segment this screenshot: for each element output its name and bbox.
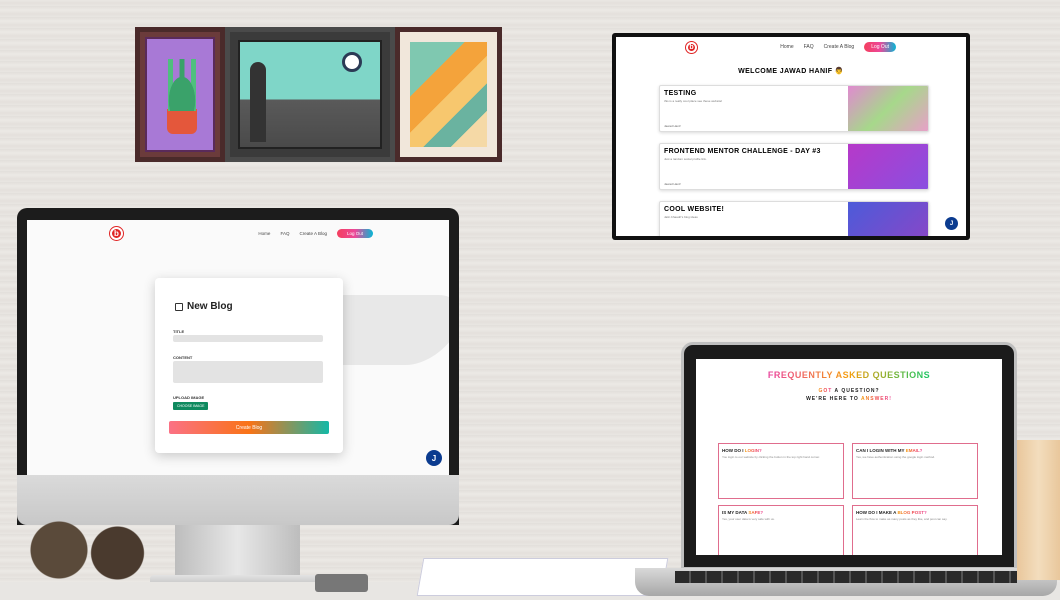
upload-label: UPLOAD IMAGE (173, 395, 205, 400)
blog-author: Jawad Hanif (664, 124, 681, 128)
welcome-heading: WELCOME JAWAD HANIF 👨 (738, 68, 844, 75)
open-notebook (416, 558, 669, 596)
faq-card[interactable]: HOW DO I LOGIN? You login to our website… (718, 443, 844, 499)
blog-image (848, 144, 928, 189)
blog-image (848, 86, 928, 131)
smartphone (315, 574, 368, 592)
faq-answer: You login to our website by clicking the… (722, 455, 820, 459)
note-icon (175, 302, 183, 311)
starry-night-painting (225, 27, 395, 162)
new-blog-form: New Blog TITLE CONTENT UPLOAD IMAGE CHOO… (155, 278, 343, 453)
user-avatar[interactable]: J (426, 450, 442, 466)
nav-faq[interactable]: FAQ (804, 44, 814, 50)
faq-card[interactable]: HOW DO I MAKE A BLOG POST? Learn the flo… (852, 505, 978, 555)
faq-screen: FREQUENTLY ASKED QUESTIONS GOT A QUESTIO… (696, 359, 1002, 555)
monitor-stand (175, 525, 300, 580)
user-avatar[interactable]: J (945, 217, 958, 230)
abstract-painting (395, 27, 502, 162)
succulent-painting (135, 27, 225, 162)
content-label: CONTENT (173, 355, 193, 360)
nav-faq[interactable]: FAQ (280, 231, 289, 236)
blog-image (848, 202, 928, 236)
pinecone-decor (20, 520, 150, 580)
create-blog-button[interactable]: Create Blog (169, 421, 329, 434)
logout-button[interactable]: Log Out (864, 42, 896, 52)
faq-card[interactable]: IS MY DATA SAFE? Yes, your user data is … (718, 505, 844, 555)
nav-home[interactable]: Home (258, 231, 270, 236)
faq-card[interactable]: CAN I LOGIN WITH MY EMAIL? Yes, we have … (852, 443, 978, 499)
faq-answer: Yes, your user data is very safe with us… (722, 517, 775, 521)
content-textarea[interactable] (173, 361, 323, 383)
brand-logo[interactable]: b (686, 41, 697, 53)
form-title: New Blog (187, 301, 233, 312)
faq-title: FREQUENTLY ASKED QUESTIONS (696, 370, 1002, 380)
nav-create-blog[interactable]: Create A Blog (824, 44, 855, 50)
faq-subtitle: GOT A QUESTION? WE'RE HERE TO ANSWER! (806, 388, 892, 402)
brand-logo[interactable]: b (110, 227, 123, 240)
form-header: New Blog (175, 301, 233, 312)
monitor-chin (17, 475, 459, 525)
new-blog-screen: b Home FAQ Create A Blog Log Out New Blo… (27, 220, 449, 475)
choose-image-button[interactable]: CHOOSE IMAGE (173, 402, 209, 410)
wall-monitor: b Home FAQ Create A Blog Log Out WELCOME… (612, 33, 970, 240)
faq-answer: Learn the flow to make as many posts as … (856, 517, 948, 521)
blog-feed-screen: b Home FAQ Create A Blog Log Out WELCOME… (616, 37, 966, 236)
logout-button[interactable]: Log Out (336, 229, 373, 238)
faq-answer: Yes, we have authentication using the go… (856, 455, 935, 459)
blog-card[interactable]: COOL WEBSITE! Jatin bhaadri's blog ideas (659, 201, 929, 236)
nav-create-blog[interactable]: Create A Blog (299, 231, 327, 236)
blog-card[interactable]: FRONTEND MENTOR CHALLENGE - DAY #3 Just … (659, 143, 929, 190)
blog-author: Jawad Hanif (664, 182, 681, 186)
blog-card[interactable]: TESTING this is a really cool place see … (659, 85, 929, 132)
keyboard (675, 571, 1017, 583)
pencil-cup (1017, 440, 1060, 580)
laptop-keyboard-base (635, 568, 1057, 596)
title-label: TITLE (173, 329, 185, 334)
laptop: FREQUENTLY ASKED QUESTIONS GOT A QUESTIO… (681, 342, 1017, 570)
emoji-icon: 👨 (834, 68, 844, 75)
title-input[interactable] (173, 335, 323, 342)
nav-home[interactable]: Home (780, 44, 793, 50)
